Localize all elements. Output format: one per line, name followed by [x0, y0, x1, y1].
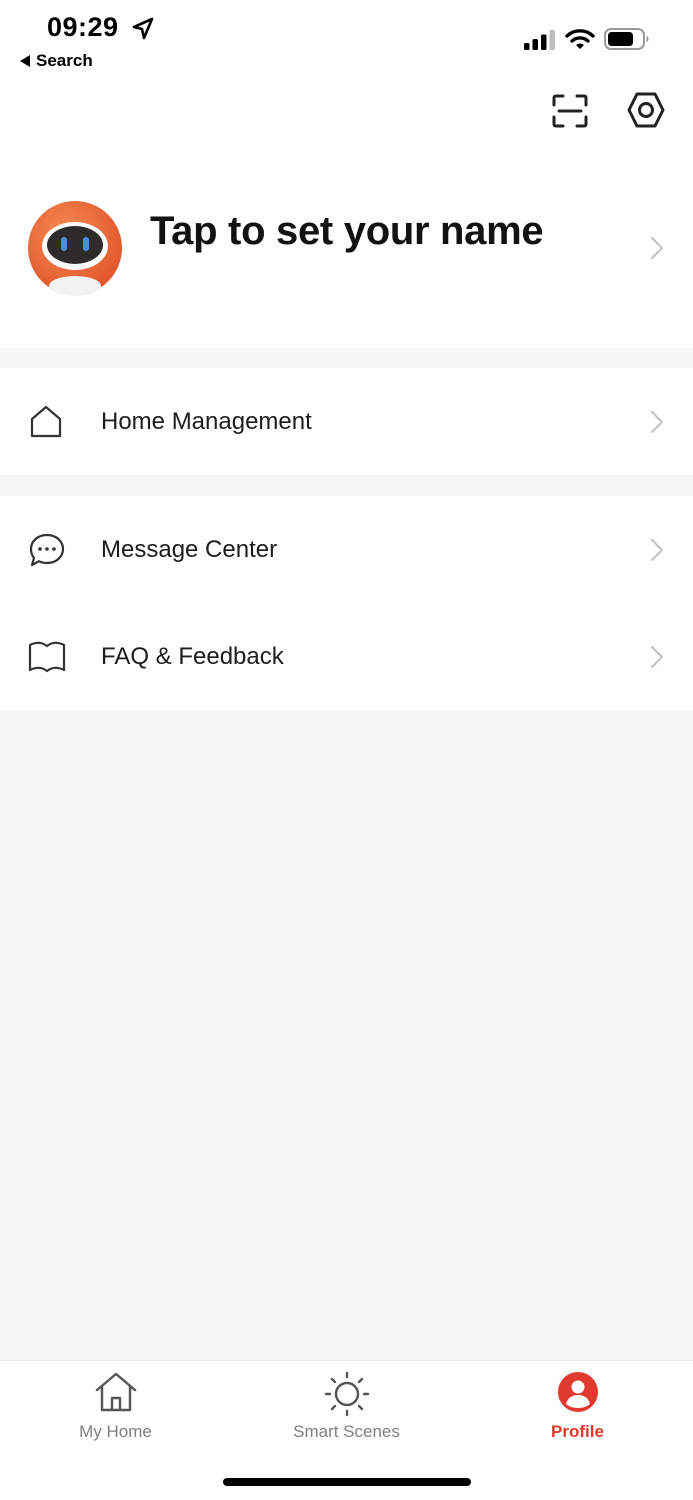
tab-my-home[interactable]: My Home — [0, 1361, 231, 1451]
tab-profile[interactable]: Profile — [462, 1361, 693, 1451]
scan-icon[interactable] — [552, 94, 588, 128]
book-icon — [28, 641, 66, 673]
chevron-right-icon — [650, 645, 664, 669]
menu-item-label: FAQ & Feedback — [101, 643, 284, 670]
tab-smart-scenes[interactable]: Smart Scenes — [231, 1361, 462, 1451]
menu-item-message-center[interactable]: Message Center — [0, 496, 693, 603]
menu-item-faq-feedback[interactable]: FAQ & Feedback — [0, 603, 693, 710]
menu-item-label: Home Management — [101, 408, 312, 435]
home-icon — [30, 405, 62, 438]
tab-label: My Home — [79, 1422, 152, 1441]
set-name-prompt[interactable]: Tap to set your name — [150, 209, 544, 254]
location-arrow-icon — [132, 17, 154, 40]
tab-label: Profile — [551, 1422, 604, 1441]
message-icon — [29, 533, 65, 567]
home-indicator — [223, 1478, 471, 1486]
home-icon — [95, 1372, 136, 1412]
settings-icon[interactable] — [627, 91, 665, 129]
profile-icon — [557, 1372, 598, 1412]
sun-icon — [324, 1371, 369, 1417]
wifi-icon — [565, 29, 595, 49]
robot-avatar-icon[interactable] — [27, 200, 123, 296]
back-search-label: Search — [36, 51, 93, 70]
cellular-signal-icon — [524, 30, 555, 50]
back-arrow-icon — [20, 55, 30, 67]
chevron-right-icon — [650, 410, 664, 434]
tab-label: Smart Scenes — [293, 1422, 400, 1441]
chevron-right-icon — [650, 538, 664, 562]
chevron-right-icon — [650, 236, 664, 260]
home-management-card: Home Management — [0, 368, 693, 475]
back-to-search-button[interactable]: Search — [20, 51, 93, 71]
support-card: Message Center FAQ & Feedback — [0, 496, 693, 710]
menu-item-home-management[interactable]: Home Management — [0, 368, 693, 475]
battery-icon — [604, 28, 649, 50]
status-time: 09:29 — [47, 12, 119, 42]
menu-item-label: Message Center — [101, 536, 278, 563]
